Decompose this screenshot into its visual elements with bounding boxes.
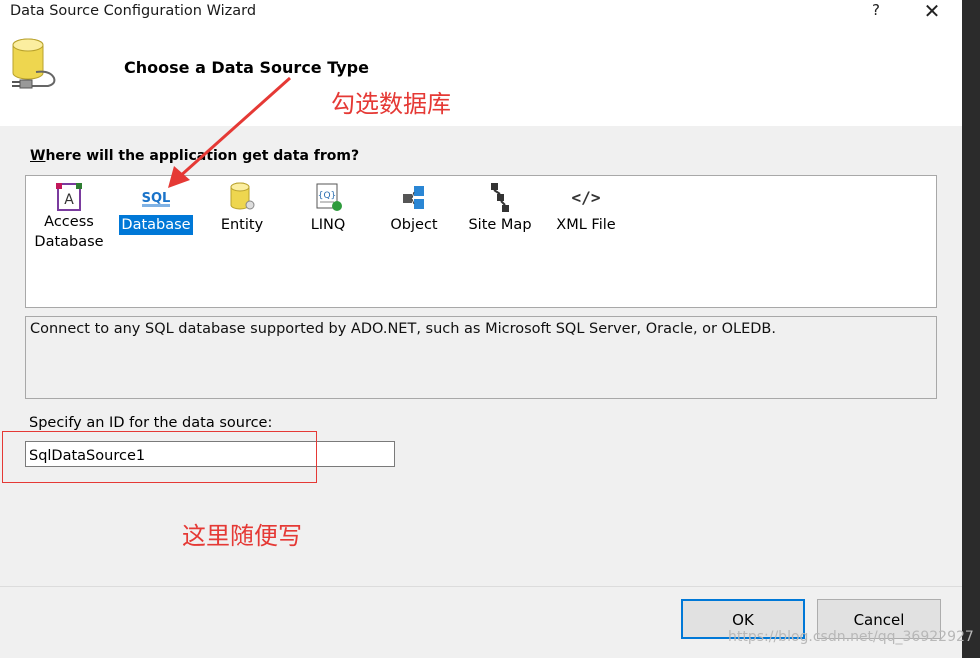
sitemap-icon: [483, 180, 517, 214]
type-item-label: XML File: [556, 217, 616, 233]
close-button[interactable]: ✕: [920, 0, 944, 24]
svg-text:{Q}: {Q}: [318, 191, 337, 201]
help-button[interactable]: ?: [866, 1, 886, 23]
type-item-label: Database: [119, 215, 193, 235]
type-item-label: Entity: [220, 217, 264, 233]
database-plug-icon: [6, 36, 64, 92]
type-item-xml-file[interactable]: </> XML File: [546, 176, 626, 235]
type-item-label: Access Database: [34, 214, 104, 250]
annotation-arrow-icon: [168, 76, 291, 188]
xml-icon: </>: [569, 180, 603, 214]
type-item-site-map[interactable]: Site Map: [460, 176, 540, 235]
annotation-note-check-database: 勾选数据库: [331, 90, 451, 118]
linq-icon: {Q}: [311, 180, 345, 214]
type-item-label: Site Map: [468, 217, 532, 233]
window-title: Data Source Configuration Wizard: [10, 3, 257, 19]
watermark: https://blog.csdn.net/qq_36922927: [728, 629, 974, 645]
type-item-access-database[interactable]: A Access Database: [29, 176, 109, 252]
access-db-icon: A: [52, 180, 86, 214]
annotation-highlight-box: [2, 431, 317, 483]
background-strip: [962, 0, 980, 658]
type-item-label: LINQ: [310, 217, 346, 233]
svg-text:</>: </>: [572, 188, 601, 207]
description-text: Connect to any SQL database supported by…: [30, 321, 776, 337]
type-item-object[interactable]: Object: [374, 176, 454, 235]
object-icon: [397, 180, 431, 214]
id-field-label: Specify an ID for the data source:: [29, 415, 273, 431]
type-item-label: Object: [390, 217, 438, 233]
svg-text:A: A: [64, 192, 74, 208]
annotation-note-write-anything: 这里随便写: [182, 522, 302, 550]
